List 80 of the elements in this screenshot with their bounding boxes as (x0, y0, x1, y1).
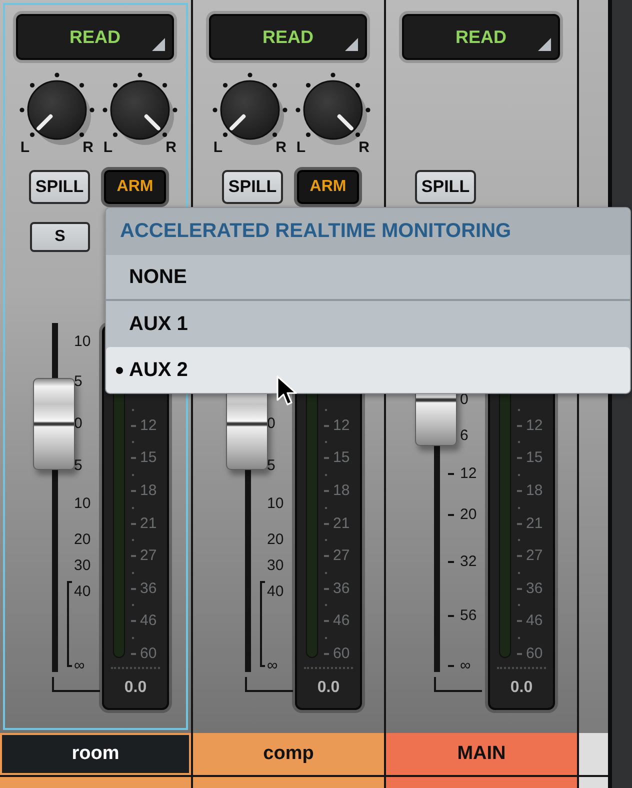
blank-name-plate (579, 733, 608, 775)
arm-button[interactable]: ARM (297, 170, 359, 204)
fader-scale-label: 10 (267, 495, 284, 513)
fader-scale-label: 12 (460, 465, 477, 483)
fader-scale-label: 10 (74, 495, 91, 513)
meter-scale-label: 36 (333, 580, 350, 598)
fader-scale-label: 20 (74, 531, 91, 549)
arm-button[interactable]: ARM (104, 170, 166, 204)
fader-scale-label: 56 (460, 607, 477, 625)
meter-scale-label: 36 (526, 580, 543, 598)
meter-scale-label: 27 (140, 547, 157, 566)
meter-scale-label: 46 (333, 612, 350, 630)
meter-scale-label: 27 (526, 547, 543, 566)
fader-scale-label: 0 (460, 391, 468, 409)
spill-button[interactable]: SPILL (29, 170, 90, 204)
automation-mode-button[interactable]: READ (402, 14, 560, 60)
meter-scale-label: 15 (140, 449, 157, 468)
triangle-icon (538, 38, 551, 51)
pan-right-label: R (82, 138, 94, 156)
fader-meter-connector (245, 677, 293, 692)
meter-scale-label: 27 (333, 547, 350, 566)
fader-meter-connector (52, 677, 100, 692)
menu-item[interactable]: AUX 2 (106, 347, 630, 393)
menu-item[interactable]: NONE (106, 255, 630, 301)
fader-meter-connector (434, 677, 482, 692)
meter-scale-label: 18 (333, 482, 350, 500)
meter-scale-label: 18 (526, 482, 543, 500)
fader-scale-label: ∞ (74, 657, 85, 675)
fader-scale-label: ∞ (460, 657, 471, 675)
meter-scale-label: 15 (526, 449, 543, 468)
fader-scale-label: 10 (74, 333, 91, 351)
meter-scale-label: 12 (333, 416, 350, 435)
meter-reading: 0.0 (510, 678, 533, 698)
fader-scale-label: 30 (267, 557, 284, 575)
meter-scale-label: 60 (140, 645, 157, 663)
fader-scale-label: 6 (460, 427, 468, 445)
solo-button[interactable]: S (30, 222, 90, 252)
pan-right-label: R (358, 138, 370, 156)
fader-scale-label: 20 (460, 506, 477, 524)
pan-left-label: L (103, 138, 113, 156)
meter-scale-label: 21 (140, 514, 157, 533)
menu-item[interactable]: AUX 1 (106, 301, 630, 347)
fader-thumb[interactable] (33, 378, 75, 470)
fader-scale-label: 40 (74, 583, 91, 601)
meter-scale-label: 60 (526, 645, 543, 663)
meter-scale-label: 36 (140, 580, 157, 598)
meter-scale-label: 46 (140, 612, 157, 630)
menu-title: ACCELERATED REALTIME MONITORING (106, 208, 630, 255)
track-name[interactable]: MAIN (386, 733, 577, 775)
pan-left-label: L (213, 138, 223, 156)
meter-scale-label: 12 (526, 416, 543, 435)
pan-right-label: R (276, 138, 286, 156)
meter-scale-label: 21 (333, 514, 350, 533)
fader-scale-label: 20 (267, 531, 284, 549)
pan-left-label: L (296, 138, 306, 156)
fader-scale-label: 5 (74, 457, 82, 475)
meter-scale-label: 18 (140, 482, 157, 500)
pan-left-label: L (20, 138, 30, 156)
fader-scale-label: 40 (267, 583, 284, 601)
fader-scale-label: 5 (267, 457, 276, 475)
meter-scale-label: 46 (526, 612, 543, 630)
pan-right-label: R (166, 138, 176, 156)
meter-scale-label: 60 (333, 645, 350, 663)
automation-mode-button[interactable]: READ (209, 14, 367, 60)
fader-scale-label: ∞ (267, 657, 278, 675)
triangle-icon (345, 38, 358, 51)
meter-reading: 0.0 (317, 678, 340, 698)
fader-scale-label: 32 (460, 553, 477, 571)
track-name[interactable]: room (0, 733, 191, 775)
meter-reading: 0.0 (124, 678, 147, 698)
meter-scale-label: 15 (333, 449, 350, 468)
spill-button[interactable]: SPILL (222, 170, 283, 204)
meter-scale-label: 21 (526, 514, 543, 533)
spill-button[interactable]: SPILL (415, 170, 476, 204)
fader-scale-label: 5 (74, 373, 82, 391)
automation-mode-button[interactable]: READ (16, 14, 174, 60)
track-name[interactable]: comp (193, 733, 384, 775)
fader-scale-label: 30 (74, 557, 91, 575)
triangle-icon (152, 38, 165, 51)
meter-scale-label: 12 (140, 416, 157, 435)
